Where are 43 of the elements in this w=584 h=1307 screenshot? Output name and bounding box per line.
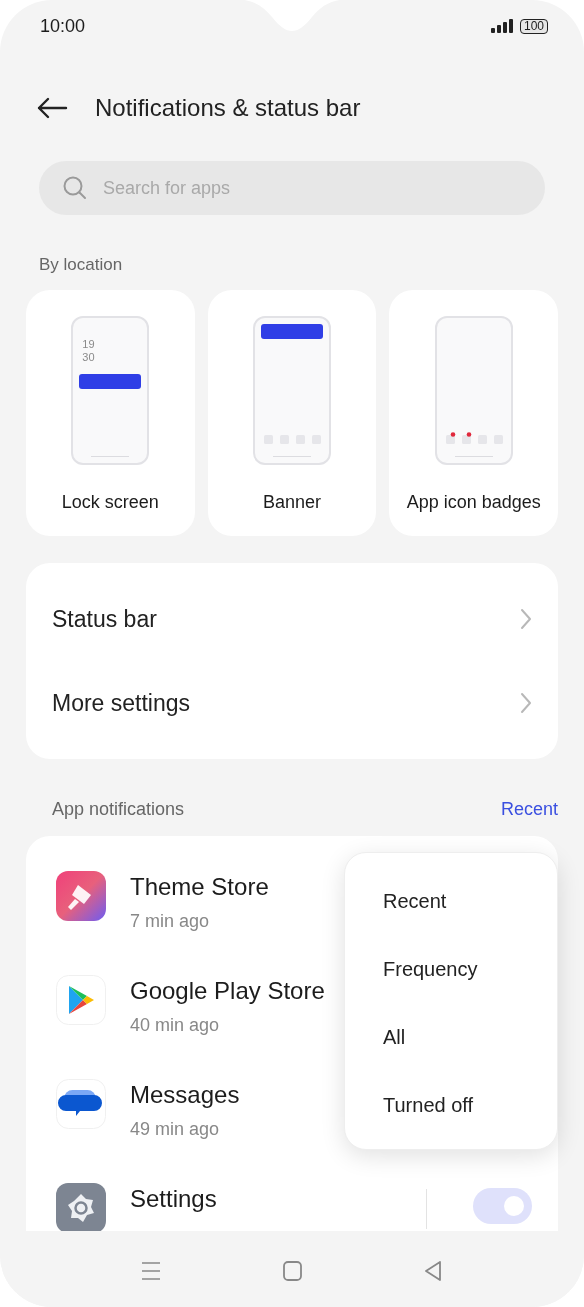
app-name: Settings xyxy=(130,1185,217,1213)
location-option-card[interactable]: Banner xyxy=(207,290,377,536)
gear-icon xyxy=(56,1183,106,1231)
menu-item[interactable]: Frequency xyxy=(345,935,557,1003)
chat-bubble-icon xyxy=(56,1079,106,1129)
navigation-row[interactable]: More settings xyxy=(26,661,558,745)
menu-item[interactable]: Turned off xyxy=(345,1071,557,1139)
option-label: App icon badges xyxy=(406,492,541,513)
option-label: Banner xyxy=(263,492,322,513)
clock-text: 19 30 xyxy=(82,338,96,364)
search-field[interactable]: Search for apps xyxy=(39,161,545,215)
back-arrow-icon[interactable] xyxy=(36,96,68,120)
menu-item[interactable]: Recent xyxy=(345,867,557,935)
app-name: Messages xyxy=(130,1081,240,1109)
last-notification-time: 7 min ago xyxy=(130,911,211,932)
sort-link[interactable]: Recent xyxy=(500,799,558,820)
clock-time: 10:00 xyxy=(40,15,86,37)
home-square-icon[interactable] xyxy=(280,1259,304,1283)
menu-item[interactable]: All xyxy=(345,1003,557,1071)
notification-banner xyxy=(261,324,323,339)
last-notification-time: 49 min ago xyxy=(130,1119,221,1140)
last-notification-time: 40 min ago xyxy=(130,1015,221,1036)
app-row[interactable]: Settings xyxy=(26,1167,558,1231)
location-option-card[interactable]: App icon badges xyxy=(389,290,558,536)
row-label: More settings xyxy=(52,689,191,717)
app-name: Google Play Store xyxy=(130,977,325,1005)
section-heading: By location xyxy=(39,255,124,275)
chevron-right-icon xyxy=(520,692,532,714)
signal-icon xyxy=(489,18,514,34)
navigation-row[interactable]: Status bar xyxy=(26,577,558,661)
row-label: Status bar xyxy=(52,605,157,633)
chevron-right-icon xyxy=(520,608,532,630)
page-title: Notifications & status bar xyxy=(95,94,361,122)
battery-indicator: 100 xyxy=(519,18,548,34)
menu-icon[interactable] xyxy=(139,1259,163,1283)
search-icon xyxy=(62,175,88,201)
brush-icon xyxy=(56,871,106,921)
notification-banner xyxy=(79,374,142,389)
option-label: Lock screen xyxy=(61,492,159,513)
notification-toggle[interactable] xyxy=(473,1188,532,1224)
section-heading: App notifications xyxy=(52,799,185,820)
app-name: Theme Store xyxy=(130,873,269,901)
location-option-card[interactable]: 19 30 Lock screen xyxy=(26,290,195,536)
